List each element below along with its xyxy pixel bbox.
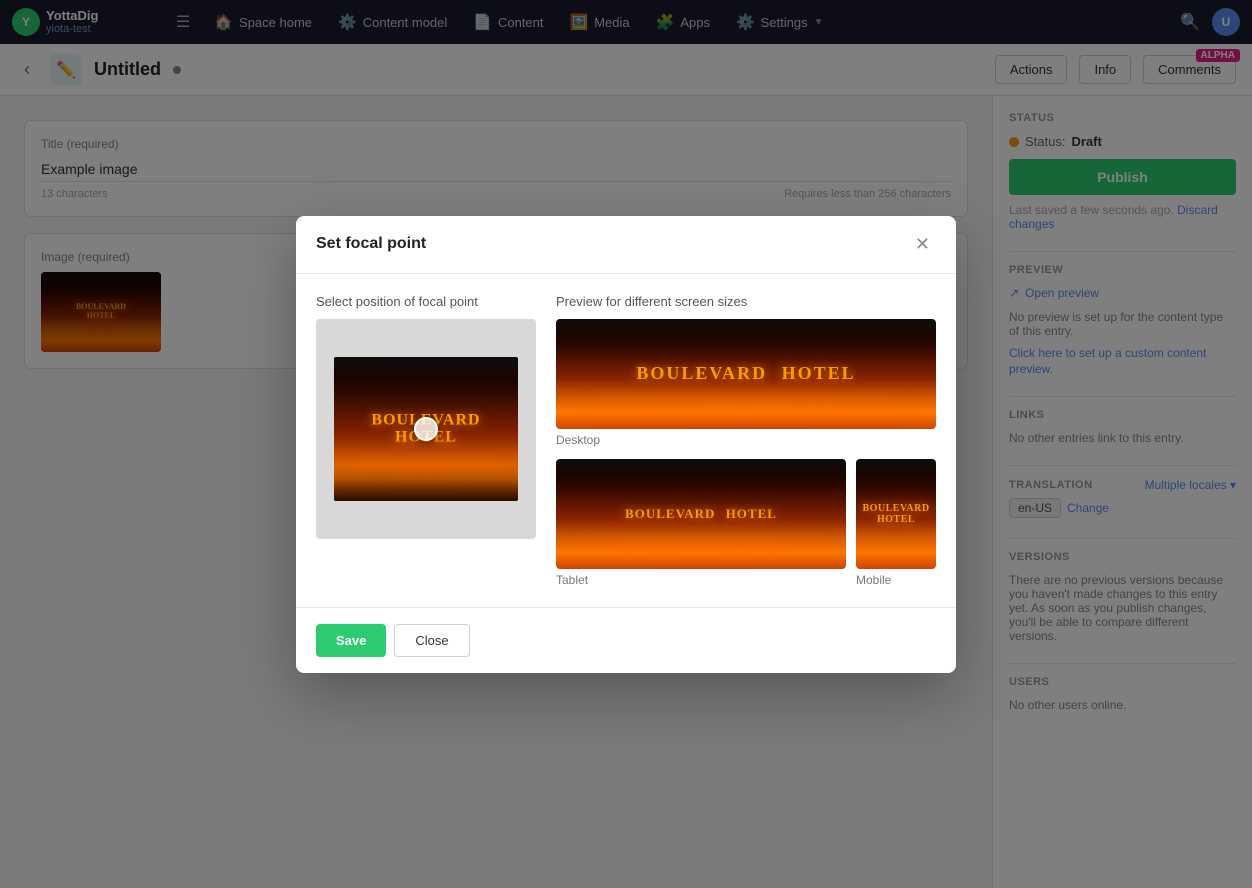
focal-left-title: Select position of focal point xyxy=(316,294,536,309)
desktop-preview: BOULEVARD HOTEL Desktop xyxy=(556,319,936,447)
modal-title: Set focal point xyxy=(316,235,426,253)
mobile-hotel-text: BOULEVARD HOTEL xyxy=(862,503,929,525)
desktop-hotel-text: BOULEVARD HOTEL xyxy=(636,364,855,384)
desktop-glow xyxy=(594,405,898,407)
mobile-label: Mobile xyxy=(856,573,936,587)
tablet-preview-image: BOULEVARD HOTEL xyxy=(556,459,846,569)
tablet-hotel-text: BOULEVARD HOTEL xyxy=(625,506,777,520)
mobile-preview-image: BOULEVARD HOTEL xyxy=(856,459,936,569)
desktop-preview-image: BOULEVARD HOTEL xyxy=(556,319,936,429)
tablet-label: Tablet xyxy=(556,573,846,587)
desktop-hotel-scene: BOULEVARD HOTEL xyxy=(556,319,936,429)
preview-bottom-row: BOULEVARD HOTEL Tablet xyxy=(556,459,936,587)
tablet-glow xyxy=(585,545,817,547)
modal-header: Set focal point ✕ xyxy=(296,216,956,274)
focal-area[interactable]: BOULEVARD HOTEL xyxy=(316,319,536,539)
modal-close-footer-button[interactable]: Close xyxy=(394,624,469,657)
mobile-preview: BOULEVARD HOTEL Mobile xyxy=(856,459,936,587)
desktop-label: Desktop xyxy=(556,433,936,447)
preview-right-title: Preview for different screen sizes xyxy=(556,294,936,309)
mobile-hotel-scene: BOULEVARD HOTEL xyxy=(856,459,936,569)
focal-indicator xyxy=(414,417,438,441)
modal-save-button[interactable]: Save xyxy=(316,624,386,657)
set-focal-point-modal: Set focal point ✕ Select position of foc… xyxy=(296,216,956,673)
tablet-preview: BOULEVARD HOTEL Tablet xyxy=(556,459,846,587)
modal-overlay: Set focal point ✕ Select position of foc… xyxy=(0,0,1252,888)
modal-footer: Save Close xyxy=(296,607,956,673)
focal-point-section: Select position of focal point BOULEVARD… xyxy=(316,294,536,587)
modal-close-button[interactable]: ✕ xyxy=(909,232,936,257)
tablet-hotel-scene: BOULEVARD HOTEL xyxy=(556,459,846,569)
preview-section-modal: Preview for different screen sizes BOULE… xyxy=(556,294,936,587)
preview-grid: BOULEVARD HOTEL Desktop xyxy=(556,319,936,587)
modal-body: Select position of focal point BOULEVARD… xyxy=(296,274,956,607)
